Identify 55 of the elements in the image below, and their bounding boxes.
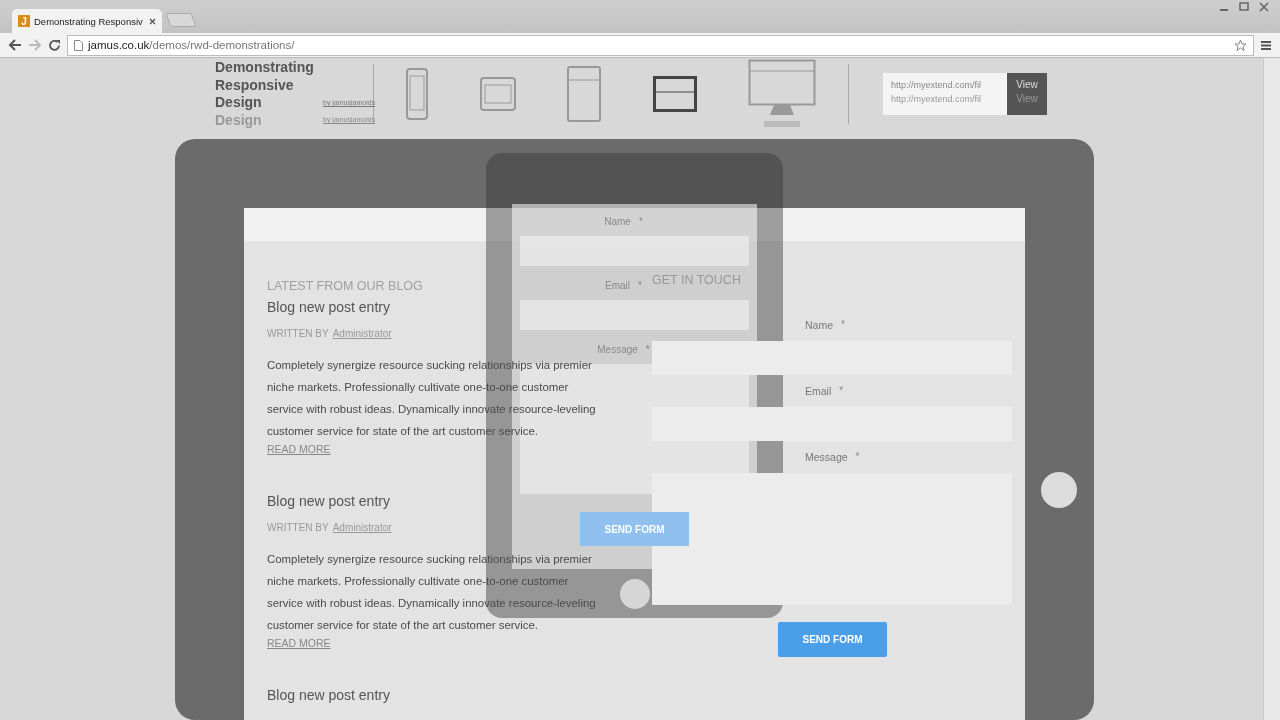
- post-excerpt: Completely synergize resource sucking relationships via premier niche markets. Professionally cultivate one-to-one customer service with robust ideas. Dynamically innovate resource-leveling customer service for state of the art customer service.: [267, 357, 597, 439]
- required-mark: *: [638, 215, 643, 227]
- device-icon: [479, 77, 516, 112]
- url-field[interactable]: http://myextend.com/fil http://myextend.com/fil: [883, 73, 1007, 116]
- post-meta: WRITTEN BY: [267, 521, 329, 533]
- read-more-link[interactable]: READ MORE: [267, 442, 331, 455]
- browser-tab[interactable]: J Demonstrating Responsiv: [12, 9, 162, 33]
- post-title: Blog new post entry: [267, 686, 391, 703]
- author-link[interactable]: Administrator: [332, 327, 392, 339]
- maximize-icon[interactable]: [1238, 2, 1250, 12]
- post-meta: WRITTEN BY: [267, 327, 329, 339]
- post-title: Blog new post entry: [267, 298, 391, 315]
- menu-icon[interactable]: [1260, 39, 1272, 51]
- close-icon[interactable]: [149, 17, 156, 25]
- field-label: Message: [805, 450, 848, 463]
- field-label: Email: [805, 384, 832, 397]
- url-value: http://myextend.com/fil: [891, 94, 983, 105]
- url-value: http://myextend.com/fil: [891, 80, 983, 91]
- field-label: Message: [597, 343, 638, 355]
- url-text: jamus.co.uk/demos/rwd-demonstrations/: [88, 39, 295, 51]
- required-mark: *: [841, 319, 845, 331]
- required-mark: *: [638, 279, 642, 291]
- field-label: Email: [605, 279, 631, 291]
- send-form-button[interactable]: SEND FORM: [580, 512, 689, 546]
- input-field[interactable]: [652, 406, 1012, 441]
- device-icon: [567, 66, 602, 123]
- device-icon: [748, 59, 817, 130]
- read-more-link[interactable]: READ MORE: [267, 636, 331, 649]
- section-heading: LATEST FROM OUR BLOG: [267, 278, 423, 293]
- forward-icon[interactable]: [28, 39, 42, 51]
- back-icon[interactable]: [8, 39, 22, 51]
- star-icon[interactable]: [1234, 38, 1247, 52]
- required-mark: *: [839, 385, 844, 397]
- post-title: Blog new post entry: [267, 492, 391, 509]
- new-tab-button[interactable]: [165, 13, 197, 27]
- field-label: Name: [805, 318, 833, 331]
- send-form-button[interactable]: SEND FORM: [778, 621, 887, 657]
- device-icon: [406, 68, 429, 121]
- close-icon[interactable]: [1258, 2, 1270, 12]
- author-link[interactable]: Administrator: [332, 521, 392, 533]
- favicon: J: [18, 15, 30, 27]
- input-field[interactable]: [652, 340, 1012, 375]
- device-icon: [652, 76, 697, 113]
- scrollbar[interactable]: [1263, 58, 1280, 720]
- site-title: Demonstrating Responsive Design: [215, 59, 314, 112]
- reload-icon[interactable]: [48, 38, 61, 52]
- address-bar[interactable]: jamus.co.uk/demos/rwd-demonstrations/: [67, 34, 1254, 56]
- view-button[interactable]: View View: [1007, 73, 1047, 116]
- site-title: Design: [215, 112, 262, 130]
- field-label: Name: [604, 215, 631, 227]
- device-button[interactable]: [652, 76, 697, 113]
- required-mark: *: [855, 451, 860, 463]
- tab-title: Demonstrating Responsiv: [34, 15, 144, 27]
- required-mark: *: [645, 343, 650, 355]
- page-icon: [74, 39, 83, 51]
